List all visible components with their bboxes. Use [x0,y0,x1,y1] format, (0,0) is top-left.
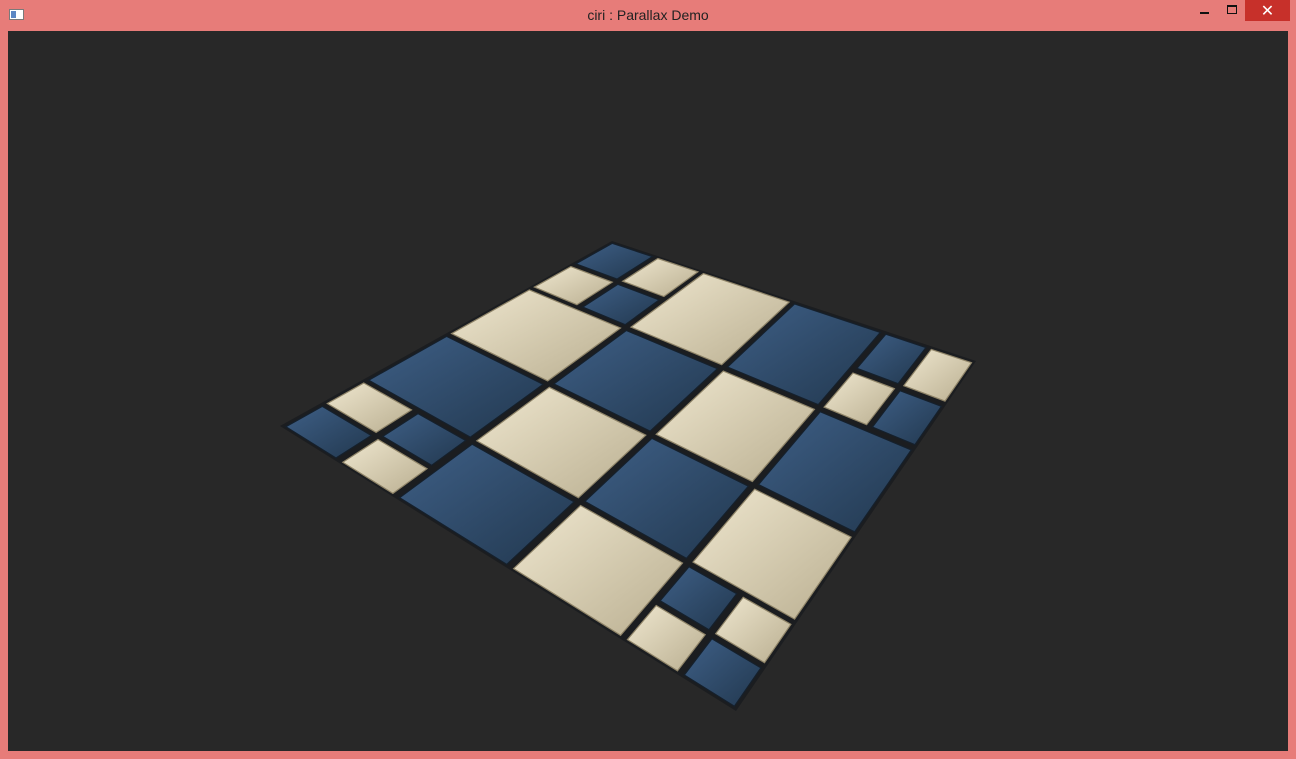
minimize-icon[interactable] [1190,0,1218,21]
window-title: ciri : Parallax Demo [587,7,709,23]
render-viewport[interactable] [8,31,1288,751]
close-icon[interactable]: ✕ [1245,0,1290,21]
maximize-icon[interactable] [1218,0,1245,21]
application-window: ciri : Parallax Demo ✕ [0,0,1296,759]
parallax-floor-render [280,241,976,711]
title-bar[interactable]: ciri : Parallax Demo ✕ [0,0,1296,30]
